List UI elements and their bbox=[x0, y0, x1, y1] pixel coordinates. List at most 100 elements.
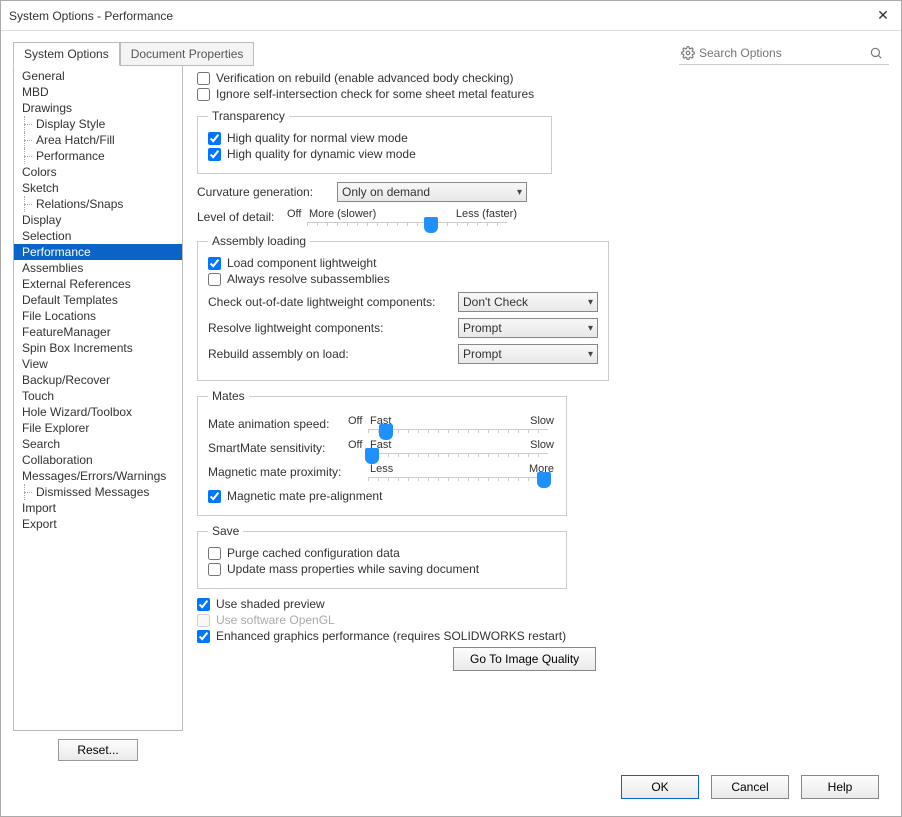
purge-label: Purge cached configuration data bbox=[227, 546, 400, 560]
lod-off-label: Off bbox=[287, 208, 301, 220]
resolve-sub-label: Always resolve subassemblies bbox=[227, 272, 390, 286]
ignore-self-intersection-label: Ignore self-intersection check for some … bbox=[216, 87, 534, 101]
gear-icon bbox=[681, 46, 699, 60]
ok-button[interactable]: OK bbox=[621, 775, 699, 799]
nav-item[interactable]: Import bbox=[14, 500, 182, 516]
check-ood-label: Check out-of-date lightweight components… bbox=[208, 295, 458, 309]
mate-anim-off: Off bbox=[348, 415, 362, 427]
nav-item[interactable]: Touch bbox=[14, 388, 182, 404]
magnetic-less: Less bbox=[370, 463, 393, 475]
search-icon bbox=[869, 46, 887, 60]
lod-less-label: Less (faster) bbox=[456, 208, 517, 220]
lod-more-label: More (slower) bbox=[309, 208, 376, 220]
top-row: System Options Document Properties bbox=[1, 31, 901, 65]
mate-anim-label: Mate animation speed: bbox=[208, 417, 368, 431]
assembly-legend: Assembly loading bbox=[208, 234, 310, 248]
goto-image-quality-button[interactable]: Go To Image Quality bbox=[453, 647, 596, 671]
magnetic-slider[interactable]: Less More bbox=[368, 463, 548, 481]
mass-checkbox[interactable] bbox=[208, 563, 221, 576]
nav-item[interactable]: MBD bbox=[14, 84, 182, 100]
enhanced-graphics-label: Enhanced graphics performance (requires … bbox=[216, 629, 566, 643]
nav-item[interactable]: General bbox=[14, 68, 182, 84]
nav-item[interactable]: Search bbox=[14, 436, 182, 452]
tab-system-options[interactable]: System Options bbox=[13, 42, 120, 66]
nav-item[interactable]: Sketch bbox=[14, 180, 182, 196]
nav-item[interactable]: External References bbox=[14, 276, 182, 292]
window-title: System Options - Performance bbox=[9, 9, 873, 23]
smartmate-slow: Slow bbox=[530, 439, 554, 451]
check-ood-select[interactable]: Don't Check ▾ bbox=[458, 292, 598, 312]
resolve-sub-checkbox[interactable] bbox=[208, 273, 221, 286]
tabs: System Options Document Properties bbox=[13, 41, 254, 65]
prealign-label: Magnetic mate pre-alignment bbox=[227, 489, 382, 503]
chevron-down-icon: ▾ bbox=[588, 297, 593, 308]
save-legend: Save bbox=[208, 524, 243, 538]
nav-item[interactable]: Relations/Snaps bbox=[14, 196, 182, 212]
chevron-down-icon: ▾ bbox=[588, 349, 593, 360]
ignore-self-intersection-checkbox[interactable] bbox=[197, 88, 210, 101]
search-input[interactable] bbox=[699, 46, 869, 60]
enhanced-graphics-checkbox[interactable] bbox=[197, 630, 210, 643]
mate-anim-slider[interactable]: Off Fast Slow bbox=[368, 415, 548, 433]
nav-item[interactable]: Export bbox=[14, 516, 182, 532]
bottom-bar: OK Cancel Help bbox=[1, 765, 901, 809]
settings-panel: Verification on rebuild (enable advanced… bbox=[183, 65, 889, 761]
nav-item[interactable]: Collaboration bbox=[14, 452, 182, 468]
nav-item[interactable]: Performance bbox=[14, 244, 182, 260]
nav-item[interactable]: Drawings bbox=[14, 100, 182, 116]
mates-legend: Mates bbox=[208, 389, 249, 403]
nav-item[interactable]: Spin Box Increments bbox=[14, 340, 182, 356]
shaded-preview-checkbox[interactable] bbox=[197, 598, 210, 611]
smartmate-off: Off bbox=[348, 439, 362, 451]
nav-item[interactable]: Performance bbox=[14, 148, 182, 164]
reset-button[interactable]: Reset... bbox=[58, 739, 137, 761]
rebuild-select[interactable]: Prompt▾ bbox=[458, 344, 598, 364]
load-lightweight-checkbox[interactable] bbox=[208, 257, 221, 270]
nav-item[interactable]: Dismissed Messages bbox=[14, 484, 182, 500]
curvature-select[interactable]: Only on demand ▾ bbox=[337, 182, 527, 202]
opengl-label: Use software OpenGL bbox=[216, 613, 335, 627]
hq-dynamic-checkbox[interactable] bbox=[208, 148, 221, 161]
nav-item[interactable]: Assemblies bbox=[14, 260, 182, 276]
nav-item[interactable]: View bbox=[14, 356, 182, 372]
nav-tree: GeneralMBDDrawingsDisplay StyleArea Hatc… bbox=[13, 65, 183, 731]
mates-group: Mates Mate animation speed: Off Fast Slo… bbox=[197, 389, 567, 516]
purge-checkbox[interactable] bbox=[208, 547, 221, 560]
nav-item[interactable]: Hole Wizard/Toolbox bbox=[14, 404, 182, 420]
content: GeneralMBDDrawingsDisplay StyleArea Hatc… bbox=[1, 65, 901, 765]
titlebar: System Options - Performance ✕ bbox=[1, 1, 901, 31]
save-group: Save Purge cached configuration data Upd… bbox=[197, 524, 567, 589]
nav-item[interactable]: Selection bbox=[14, 228, 182, 244]
magnetic-label: Magnetic mate proximity: bbox=[208, 465, 368, 479]
prealign-checkbox[interactable] bbox=[208, 490, 221, 503]
hq-normal-checkbox[interactable] bbox=[208, 132, 221, 145]
cancel-button[interactable]: Cancel bbox=[711, 775, 789, 799]
nav-item[interactable]: FeatureManager bbox=[14, 324, 182, 340]
nav-item[interactable]: Default Templates bbox=[14, 292, 182, 308]
help-button[interactable]: Help bbox=[801, 775, 879, 799]
check-ood-value: Don't Check bbox=[463, 295, 528, 309]
mate-anim-slow: Slow bbox=[530, 415, 554, 427]
nav-item[interactable]: File Explorer bbox=[14, 420, 182, 436]
opengl-checkbox bbox=[197, 614, 210, 627]
hq-normal-label: High quality for normal view mode bbox=[227, 131, 408, 145]
resolve-lw-select[interactable]: Prompt▾ bbox=[458, 318, 598, 338]
nav-item[interactable]: File Locations bbox=[14, 308, 182, 324]
nav-item[interactable]: Messages/Errors/Warnings bbox=[14, 468, 182, 484]
verification-checkbox[interactable] bbox=[197, 72, 210, 85]
nav-item[interactable]: Backup/Recover bbox=[14, 372, 182, 388]
hq-dynamic-label: High quality for dynamic view mode bbox=[227, 147, 416, 161]
smartmate-slider[interactable]: Off Fast Slow bbox=[368, 439, 548, 457]
nav-item[interactable]: Display bbox=[14, 212, 182, 228]
nav-item[interactable]: Area Hatch/Fill bbox=[14, 132, 182, 148]
close-icon[interactable]: ✕ bbox=[873, 7, 893, 24]
nav-item[interactable]: Colors bbox=[14, 164, 182, 180]
nav-item[interactable]: Display Style bbox=[14, 116, 182, 132]
transparency-legend: Transparency bbox=[208, 109, 289, 123]
verification-label: Verification on rebuild (enable advanced… bbox=[216, 71, 514, 85]
tab-document-properties[interactable]: Document Properties bbox=[120, 42, 255, 66]
resolve-lw-value: Prompt bbox=[463, 321, 502, 335]
transparency-group: Transparency High quality for normal vie… bbox=[197, 109, 552, 174]
search-box[interactable] bbox=[679, 41, 889, 65]
lod-slider[interactable]: Off More (slower) Less (faster) bbox=[307, 208, 507, 226]
